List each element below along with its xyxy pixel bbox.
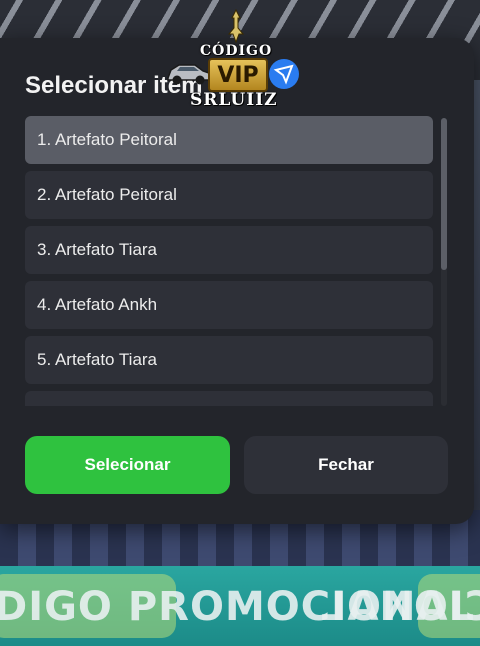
list-item[interactable]: 3. Artefato Tiara xyxy=(25,226,433,274)
item-list[interactable]: 1. Artefato Peitoral 2. Artefato Peitora… xyxy=(25,116,433,406)
list-item-label: 1. Artefato Peitoral xyxy=(37,130,177,149)
scrollbar-thumb[interactable] xyxy=(441,118,447,270)
list-item[interactable]: 4. Artefato Ankh xyxy=(25,281,433,329)
list-scrollbar[interactable] xyxy=(441,118,447,406)
list-item-label: 3. Artefato Tiara xyxy=(37,240,158,259)
list-item-label: 4. Artefato Ankh xyxy=(37,295,158,314)
select-button[interactable]: Selecionar xyxy=(25,436,230,494)
vip-badge: VIP xyxy=(208,58,268,92)
verified-badge-icon xyxy=(269,59,299,89)
list-item-label: 2. Artefato Peitoral xyxy=(37,185,177,204)
crest-icon xyxy=(227,8,245,44)
watermark-line1: CÓDIGO xyxy=(200,43,273,59)
watermark-line2: SRLUIIZ xyxy=(190,90,278,110)
list-item-partial[interactable] xyxy=(25,391,433,406)
promo-banner: DIGO PROMOCIONAL PROMOCIONAL xyxy=(0,566,480,646)
list-item[interactable]: 5. Artefato Tiara xyxy=(25,336,433,384)
close-button[interactable]: Fechar xyxy=(244,436,448,494)
banner-text-mirrored: PROMOCIONAL xyxy=(320,584,480,630)
list-item[interactable]: 1. Artefato Peitoral xyxy=(25,116,433,164)
car-icon xyxy=(167,64,210,85)
list-item-label: 5. Artefato Tiara xyxy=(37,350,158,369)
list-item[interactable]: 2. Artefato Peitoral xyxy=(25,171,433,219)
